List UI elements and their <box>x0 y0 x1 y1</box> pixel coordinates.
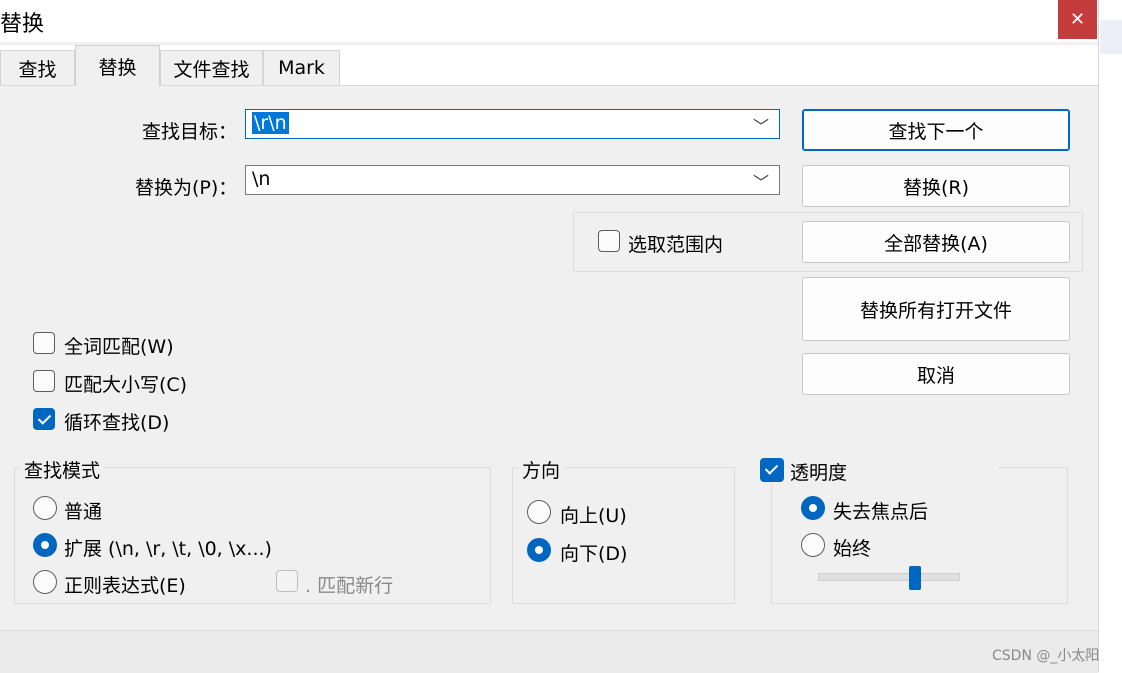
in-selection-label: 选取范围内 <box>628 234 724 256</box>
close-button[interactable]: ✕ <box>1058 0 1097 39</box>
direction-group <box>512 467 735 604</box>
transparency-always-label: 始终 <box>833 538 872 560</box>
transparency-checkbox[interactable] <box>760 458 784 482</box>
direction-down-label: 向下(D) <box>560 543 628 565</box>
find-combobox[interactable]: \r\n ﹀ <box>245 109 780 139</box>
replace-button[interactable]: 替换(R) <box>802 165 1070 207</box>
chevron-down-icon[interactable]: ﹀ <box>753 113 769 137</box>
tab-bar: 查找 替换 文件查找 Mark <box>0 45 1098 86</box>
replace-all-open-files-button[interactable]: 替换所有打开文件 <box>802 277 1070 341</box>
window-title: 替换 <box>0 12 45 37</box>
find-next-button[interactable]: 查找下一个 <box>802 109 1070 151</box>
mode-normal-radio[interactable] <box>33 496 57 520</box>
title-bar: 替换 ✕ <box>0 0 1098 42</box>
search-mode-title: 查找模式 <box>20 456 105 483</box>
watermark: CSDN @_小太阳 <box>992 648 1100 664</box>
replace-label: 替换为(P)： <box>135 177 238 199</box>
whole-word-checkbox[interactable] <box>33 332 55 354</box>
transparency-slider-track[interactable] <box>818 573 960 581</box>
match-case-checkbox[interactable] <box>33 370 55 392</box>
find-input[interactable]: \r\n <box>252 112 289 134</box>
direction-up-radio[interactable] <box>527 500 551 524</box>
mode-regex-label: 正则表达式(E) <box>64 575 186 597</box>
find-label: 查找目标： <box>142 121 238 143</box>
match-case-label: 匹配大小写(C) <box>64 374 188 396</box>
direction-title: 方向 <box>518 456 565 483</box>
direction-down-radio[interactable] <box>527 538 551 562</box>
dot-newline-checkbox[interactable] <box>276 570 298 592</box>
transparency-lose-focus-radio[interactable] <box>801 496 825 520</box>
whole-word-label: 全词匹配(W) <box>64 336 174 358</box>
chevron-down-icon[interactable]: ﹀ <box>753 169 769 193</box>
transparency-slider-thumb[interactable] <box>909 566 921 590</box>
dot-newline-label: . 匹配新行 <box>305 575 394 597</box>
replace-all-button[interactable]: 全部替换(A) <box>802 221 1070 263</box>
direction-up-label: 向上(U) <box>560 505 627 527</box>
mode-normal-label: 普通 <box>64 501 103 523</box>
status-bar <box>0 630 1098 673</box>
mode-extended-label: 扩展 (\n, \r, \t, \0, \x...) <box>64 538 272 560</box>
tab-find-in-files[interactable]: 文件查找 <box>160 50 263 85</box>
mode-regex-radio[interactable] <box>33 570 57 594</box>
cancel-button[interactable]: 取消 <box>802 353 1070 395</box>
wrap-around-checkbox[interactable] <box>33 408 55 430</box>
transparency-lose-focus-label: 失去焦点后 <box>833 501 929 523</box>
wrap-around-label: 循环查找(D) <box>64 412 170 434</box>
in-selection-checkbox[interactable] <box>598 230 620 252</box>
replace-dialog: 替换 ✕ 查找 替换 文件查找 Mark 查找目标： \r\n ﹀ 替换为(P)… <box>0 0 1099 673</box>
replace-input[interactable]: \n <box>252 168 270 190</box>
background-strip <box>1100 20 1122 54</box>
tab-find[interactable]: 查找 <box>0 50 75 85</box>
transparency-label: 透明度 <box>790 462 848 484</box>
transparency-always-radio[interactable] <box>801 533 825 557</box>
replace-combobox[interactable]: \n ﹀ <box>245 165 780 195</box>
tab-mark[interactable]: Mark <box>263 50 340 85</box>
mode-extended-radio[interactable] <box>33 533 57 557</box>
tab-replace[interactable]: 替换 <box>75 45 160 86</box>
close-icon: ✕ <box>1069 9 1086 30</box>
